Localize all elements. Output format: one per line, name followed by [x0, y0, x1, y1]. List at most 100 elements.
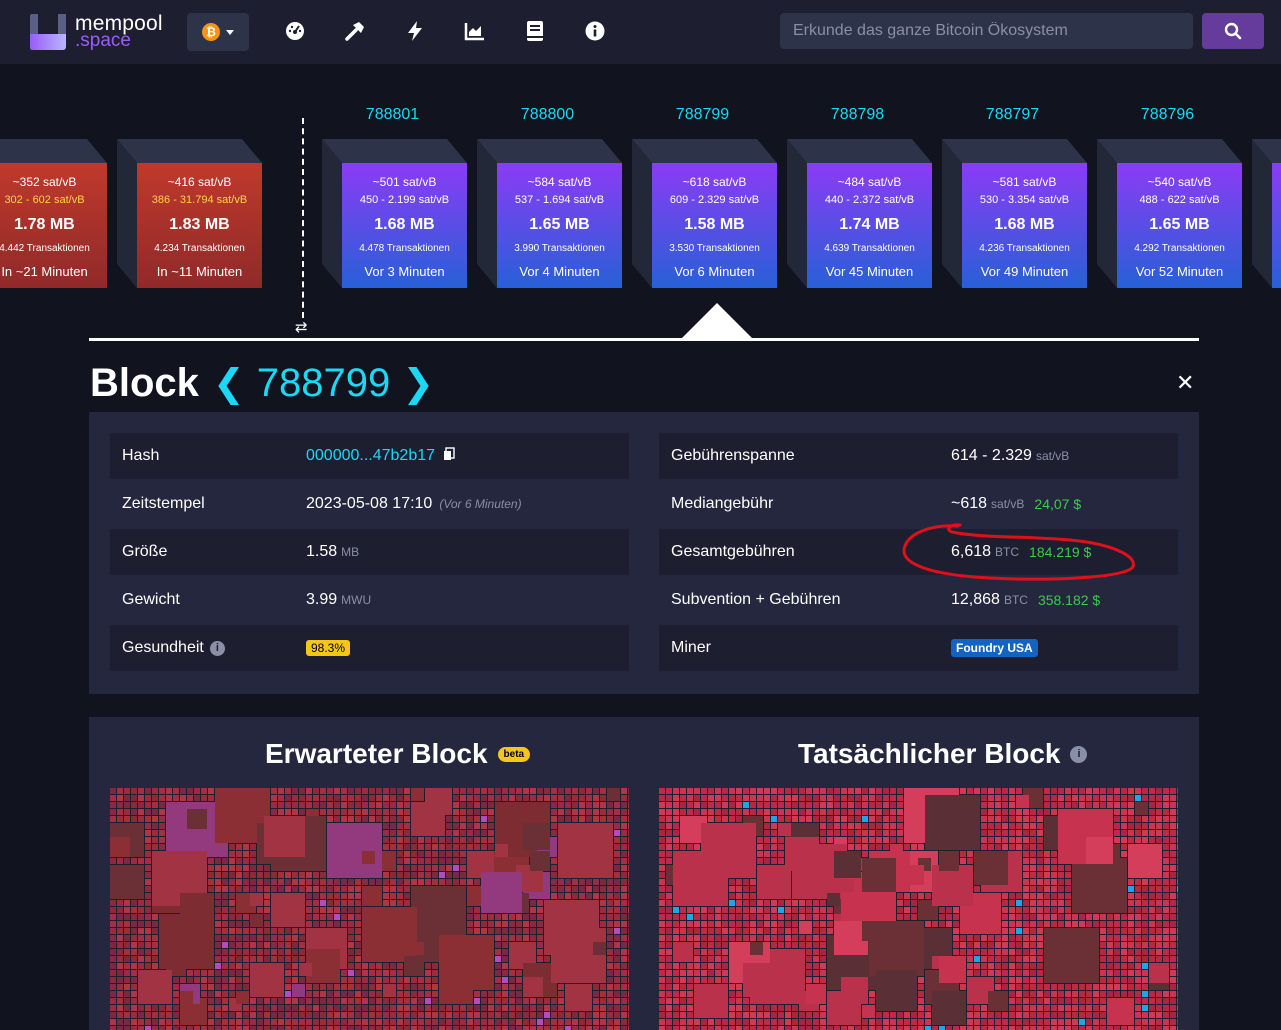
block-median-fee: ~352 sat/vB [12, 175, 77, 189]
navbar: mempool .space ₿ [0, 0, 1281, 64]
subsidy-label: Subvention + Gebühren [671, 591, 841, 608]
timestamp-row: Zeitstempel 2023-05-08 17:10 (Vor 6 Minu… [110, 481, 629, 527]
fee-span-label: Gebührenspanne [671, 447, 795, 464]
median-fee-value: ~618 [951, 495, 988, 512]
subsidy-value: 12,868 [951, 591, 1000, 608]
fee-span-unit: sat/vB [1035, 449, 1070, 463]
expected-block-grid[interactable] [110, 788, 629, 1030]
mined-block-partial[interactable] [1252, 139, 1281, 288]
size-value: 1.58 [306, 543, 338, 560]
weight-label: Gewicht [122, 591, 180, 608]
chevron-left-icon[interactable]: ❮ [213, 361, 245, 406]
block-size: 1.65 MB [529, 216, 590, 233]
size-label: Größe [122, 543, 168, 560]
mined-block[interactable]: ~540 sat/vB 488 - 622 sat/vB 1.65 MB 4.2… [1097, 139, 1242, 288]
mempool-block[interactable]: ~352 sat/vB 302 - 602 sat/vB 1.78 MB 4.4… [0, 139, 107, 288]
chevron-down-icon [226, 29, 234, 35]
block-tx-count: 4.442 Transaktionen [0, 243, 90, 254]
actual-block-grid[interactable] [659, 788, 1178, 1030]
miner-label: Miner [671, 639, 712, 656]
size-row: Größe 1.58 MB [110, 529, 629, 575]
expected-block-label: Erwarteter Block [265, 738, 488, 769]
swap-direction-icon[interactable]: ⇄ [295, 318, 308, 336]
weight-row: Gewicht 3.99 MWU [110, 577, 629, 623]
timestamp-value: 2023-05-08 17:10 [306, 495, 433, 512]
mined-block[interactable]: ~584 sat/vB 537 - 1.694 sat/vB 1.65 MB 3… [477, 139, 622, 288]
block-median-fee: ~581 sat/vB [992, 175, 1057, 189]
block-time: Vor 4 Minuten [519, 264, 600, 279]
block-time: In ~11 Minuten [156, 264, 243, 279]
block-height-link[interactable]: 788797 [950, 106, 1075, 124]
fee-span-value: 614 - 2.329 [951, 447, 1032, 464]
mempool-logo[interactable]: mempool .space [30, 13, 163, 50]
block-height-link[interactable]: 788801 [330, 106, 455, 124]
block-time: Vor 52 Minuten [1135, 264, 1224, 279]
mining-icon[interactable] [344, 20, 366, 42]
subsidy-row: Subvention + Gebühren 12,868 BTC 358.182… [659, 577, 1178, 623]
mined-block-selected[interactable]: ~618 sat/vB 609 - 2.329 sat/vB 1.58 MB 3… [632, 139, 777, 288]
total-fees-value: 6,618 [951, 543, 992, 560]
docs-icon[interactable] [524, 20, 546, 42]
subsidy-unit: BTC [1003, 593, 1028, 607]
weight-value: 3.99 [306, 591, 338, 608]
copy-icon[interactable] [443, 446, 455, 466]
size-unit: MB [341, 545, 360, 559]
block-size: 1.78 MB [14, 216, 75, 233]
block-median-fee: ~416 sat/vB [167, 175, 232, 189]
network-selector[interactable]: ₿ [187, 13, 249, 51]
fee-span-row: Gebührenspanne 614 - 2.329 sat/vB [659, 433, 1178, 479]
close-icon[interactable]: ✕ [1176, 370, 1194, 396]
block-height-link[interactable]: 788796 [1105, 106, 1230, 124]
block-tx-count: 4.236 Transaktionen [979, 243, 1070, 254]
search-input[interactable] [780, 13, 1193, 49]
lightning-icon[interactable] [404, 20, 426, 42]
timestamp-label: Zeitstempel [122, 495, 205, 512]
mempool-divider [302, 118, 304, 318]
block-tx-count: 3.990 Transaktionen [514, 243, 605, 254]
mempool-block[interactable]: ~416 sat/vB 386 - 31.794 sat/vB 1.83 MB … [117, 139, 262, 288]
mined-block[interactable]: ~581 sat/vB 530 - 3.354 sat/vB 1.68 MB 4… [942, 139, 1087, 288]
blockchain-separator [89, 338, 1199, 341]
expected-block-title: Erwarteter Block beta [265, 738, 531, 770]
beta-badge: beta [497, 746, 531, 762]
block-fee-range: 302 - 602 sat/vB [4, 194, 85, 206]
hash-value[interactable]: 000000...47b2b17 [306, 447, 435, 465]
actual-block-title: Tatsächlicher Block i [798, 738, 1088, 770]
block-height-link[interactable]: 788798 [795, 106, 920, 124]
miner-row: Miner Foundry USA [659, 625, 1178, 671]
logo-mark-icon [30, 14, 66, 50]
block-tx-count: 4.478 Transaktionen [359, 243, 450, 254]
block-height-link[interactable]: 788800 [485, 106, 610, 124]
total-fees-usd: 184.219 $ [1029, 544, 1092, 560]
block-median-fee: ~618 sat/vB [682, 175, 747, 189]
block-tx-count: 3.530 Transaktionen [669, 243, 760, 254]
hash-row: Hash 000000...47b2b17 [110, 433, 629, 479]
info-icon[interactable]: i [1070, 745, 1088, 763]
total-fees-label: Gesamtgebühren [671, 543, 795, 560]
chevron-right-icon[interactable]: ❯ [402, 361, 434, 406]
health-label: Gesundheit [122, 639, 204, 656]
mined-block[interactable]: ~484 sat/vB 440 - 2.372 sat/vB 1.74 MB 4… [787, 139, 932, 288]
mined-block[interactable]: ~501 sat/vB 450 - 2.199 sat/vB 1.68 MB 4… [322, 139, 467, 288]
weight-unit: MWU [341, 593, 372, 607]
block-fee-range: 450 - 2.199 sat/vB [359, 194, 450, 206]
miner-badge[interactable]: Foundry USA [951, 639, 1038, 657]
block-time: Vor 45 Minuten [825, 264, 914, 279]
hash-label: Hash [122, 447, 160, 464]
median-fee-row: Mediangebühr ~618 sat/vB 24,07 $ [659, 481, 1178, 527]
block-median-fee: ~540 sat/vB [1147, 175, 1212, 189]
dashboard-icon[interactable] [284, 20, 306, 42]
block-height-link[interactable]: 788799 [640, 106, 765, 124]
search-button[interactable] [1202, 13, 1264, 49]
block-size: 1.83 MB [169, 216, 230, 233]
block-fee-range: 440 - 2.372 sat/vB [824, 194, 915, 206]
graphs-icon[interactable] [464, 20, 486, 42]
block-median-fee: ~484 sat/vB [837, 175, 902, 189]
median-fee-unit: sat/vB [991, 497, 1025, 511]
about-icon[interactable] [584, 20, 606, 42]
block-fee-range: 530 - 3.354 sat/vB [979, 194, 1070, 206]
block-size: 1.65 MB [1149, 216, 1210, 233]
info-icon[interactable]: i [209, 640, 225, 656]
block-size: 1.68 MB [374, 216, 435, 233]
block-size: 1.68 MB [994, 216, 1055, 233]
